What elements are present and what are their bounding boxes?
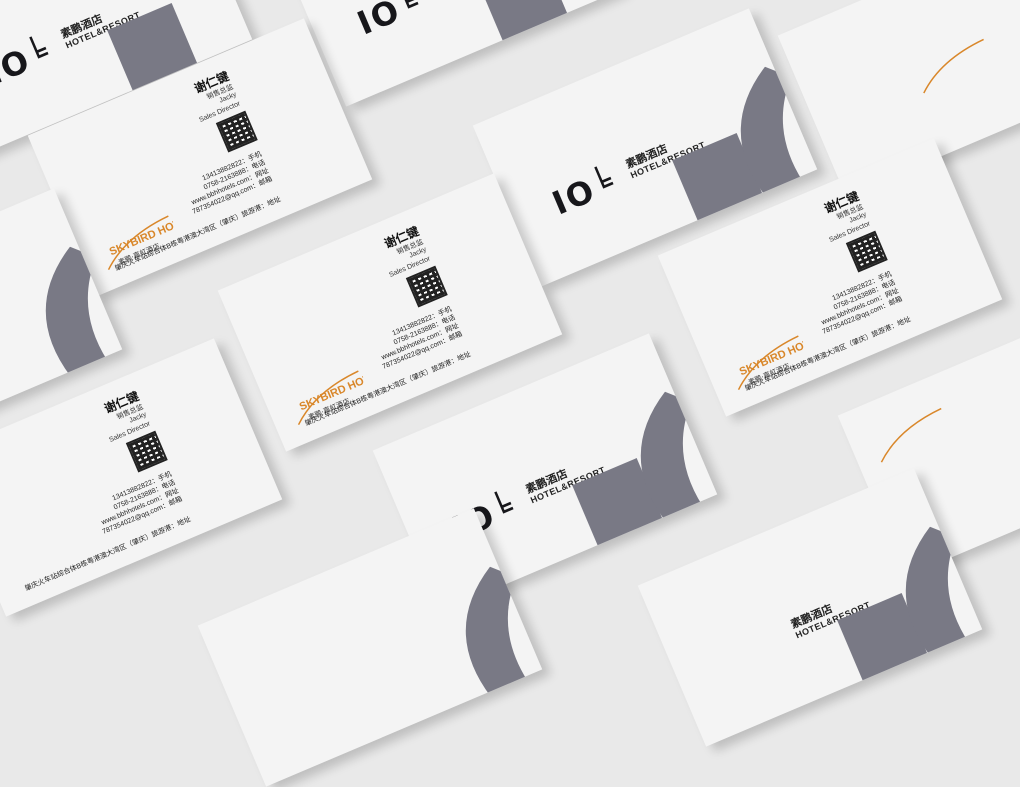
business-card-mockup-scene: IO╘ 素鹏酒店 HOTEL&RESORT IO╘ SKYBIRD HOTEL … xyxy=(0,0,1020,787)
front-card-partial xyxy=(197,508,543,787)
gray-arc-shape xyxy=(465,566,528,697)
gray-block-shape xyxy=(477,0,569,45)
logo-mark: IO╘ xyxy=(351,0,426,43)
skybird-logo xyxy=(923,38,984,94)
qr-code xyxy=(845,230,888,273)
logo-mark: IO╘ xyxy=(0,32,56,93)
front-card-partial: 素鹏酒店 HOTEL&RESORT xyxy=(637,468,983,747)
logo-mark: IO╘ xyxy=(546,162,621,223)
skybird-logo xyxy=(880,407,942,463)
qr-code xyxy=(405,265,448,308)
qr-code xyxy=(125,430,168,473)
qr-code xyxy=(215,110,258,153)
